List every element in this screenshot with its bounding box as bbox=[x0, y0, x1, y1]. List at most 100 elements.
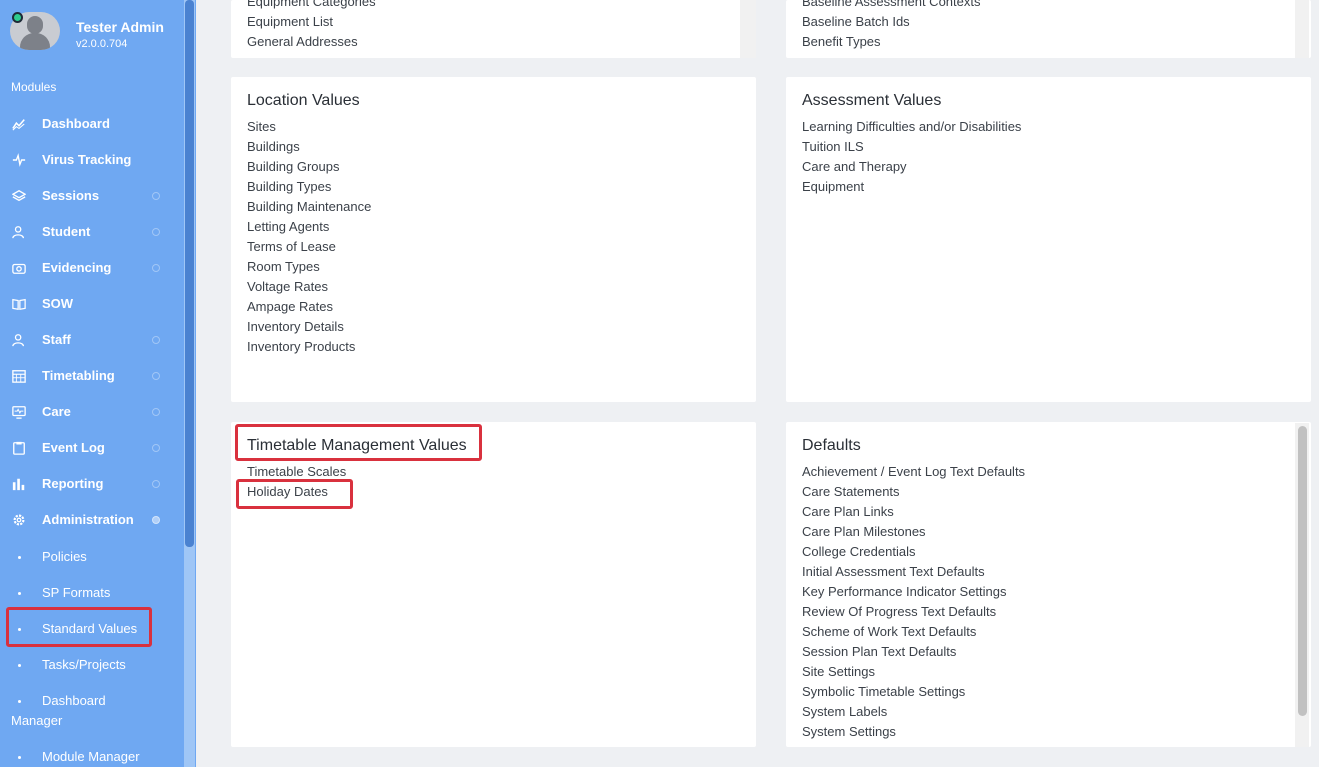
expand-indicator-icon bbox=[152, 336, 160, 344]
users-icon bbox=[11, 224, 27, 240]
online-status-icon bbox=[12, 12, 23, 23]
bullet-icon bbox=[18, 664, 21, 667]
list-item[interactable]: Inventory Products bbox=[247, 337, 371, 357]
list-item[interactable]: Symbolic Timetable Settings bbox=[802, 682, 1025, 702]
list-item[interactable]: Review Of Progress Text Defaults bbox=[802, 602, 1025, 622]
list-item[interactable]: Sites bbox=[247, 117, 371, 137]
sidebar-item-label: Administration bbox=[42, 512, 134, 527]
sidebar-subitem-dashboard-manager[interactable]: Dashboard Manager bbox=[0, 687, 180, 735]
list-item[interactable]: Achievement / Event Log Text Defaults bbox=[802, 462, 1025, 482]
card-title: Defaults bbox=[802, 437, 861, 454]
list-item[interactable]: Initial Assessment Text Defaults bbox=[802, 562, 1025, 582]
list-item[interactable]: Care and Therapy bbox=[802, 157, 1021, 177]
sidebar-item-label: Virus Tracking bbox=[42, 152, 132, 167]
card-list: Achievement / Event Log Text Defaults Ca… bbox=[802, 462, 1025, 742]
sidebar-item-label: Reporting bbox=[42, 476, 104, 491]
card-list: Equipment Categories Equipment List Gene… bbox=[247, 0, 376, 52]
card-defaults: Defaults Achievement / Event Log Text De… bbox=[786, 422, 1311, 747]
list-item[interactable]: Baseline Assessment Contexts bbox=[802, 0, 980, 12]
list-item[interactable]: Building Maintenance bbox=[247, 197, 371, 217]
sidebar-item-event-log[interactable]: Event Log bbox=[0, 433, 180, 463]
chart-line-icon bbox=[11, 116, 27, 132]
sidebar-item-label: Student bbox=[42, 224, 91, 239]
card-baseline-values: Baseline Assessment Contexts Baseline Ba… bbox=[786, 0, 1311, 58]
sidebar: Tester Admin v2.0.0.704 Modules Dashboar… bbox=[0, 0, 196, 767]
bar-chart-icon bbox=[11, 476, 27, 492]
card-location-values: Location Values Sites Buildings Building… bbox=[231, 77, 756, 402]
list-item[interactable]: College Credentials bbox=[802, 542, 1025, 562]
list-item[interactable]: Building Groups bbox=[247, 157, 371, 177]
list-item[interactable]: Learning Difficulties and/or Disabilitie… bbox=[802, 117, 1021, 137]
list-item[interactable]: Benefit Types bbox=[802, 32, 980, 52]
sidebar-item-dashboard[interactable]: Dashboard bbox=[0, 109, 180, 139]
list-item[interactable]: Buildings bbox=[247, 137, 371, 157]
sidebar-item-sow[interactable]: SOW bbox=[0, 289, 180, 319]
sidebar-subitem-policies[interactable]: Policies bbox=[0, 543, 180, 573]
sidebar-subitem-label: Module Manager bbox=[42, 749, 140, 764]
sidebar-subitem-label-continued: Manager bbox=[11, 713, 63, 728]
list-item[interactable]: Room Types bbox=[247, 257, 371, 277]
list-item[interactable]: Key Performance Indicator Settings bbox=[802, 582, 1025, 602]
list-item[interactable]: Care Statements bbox=[802, 482, 1025, 502]
sidebar-item-label: Evidencing bbox=[42, 260, 112, 275]
sidebar-item-label: Sessions bbox=[42, 188, 100, 203]
list-item[interactable]: General Addresses bbox=[247, 32, 376, 52]
list-item[interactable]: Voltage Rates bbox=[247, 277, 371, 297]
sidebar-item-label: Timetabling bbox=[42, 368, 115, 383]
sidebar-item-timetabling[interactable]: Timetabling bbox=[0, 361, 180, 391]
sidebar-item-student[interactable]: Student bbox=[0, 217, 180, 247]
expand-indicator-icon bbox=[152, 444, 160, 452]
sidebar-item-sessions[interactable]: Sessions bbox=[0, 181, 180, 211]
expand-indicator-icon bbox=[152, 192, 160, 200]
sidebar-subitem-label: SP Formats bbox=[42, 585, 111, 600]
sidebar-subitem-sp-formats[interactable]: SP Formats bbox=[0, 579, 180, 609]
card-list: Learning Difficulties and/or Disabilitie… bbox=[802, 117, 1021, 197]
users-icon bbox=[11, 332, 27, 348]
sidebar-item-reporting[interactable]: Reporting bbox=[0, 469, 180, 499]
sidebar-subitem-tasks-projects[interactable]: Tasks/Projects bbox=[0, 651, 180, 681]
list-item[interactable]: Terms of Lease bbox=[247, 237, 371, 257]
card-scrollbar-thumb[interactable] bbox=[1298, 426, 1307, 716]
list-item[interactable]: Care Plan Milestones bbox=[802, 522, 1025, 542]
list-item[interactable]: Inventory Details bbox=[247, 317, 371, 337]
list-item[interactable]: Equipment bbox=[802, 177, 1021, 197]
user-profile[interactable]: Tester Admin v2.0.0.704 bbox=[10, 10, 180, 54]
list-item[interactable]: Tuition ILS bbox=[802, 137, 1021, 157]
list-item[interactable]: Letting Agents bbox=[247, 217, 371, 237]
sidebar-item-label: Event Log bbox=[42, 440, 105, 455]
gear-icon bbox=[11, 512, 27, 528]
list-item[interactable]: System Labels bbox=[802, 702, 1025, 722]
sidebar-item-care[interactable]: Care bbox=[0, 397, 180, 427]
card-equipment-values: Equipment Categories Equipment List Gene… bbox=[231, 0, 756, 58]
sidebar-item-virus-tracking[interactable]: Virus Tracking bbox=[0, 145, 180, 175]
sidebar-item-evidencing[interactable]: Evidencing bbox=[0, 253, 180, 283]
list-item[interactable]: Ampage Rates bbox=[247, 297, 371, 317]
sidebar-item-administration[interactable]: Administration bbox=[0, 505, 180, 535]
sidebar-item-label: Dashboard bbox=[42, 116, 110, 131]
card-scrollbar[interactable] bbox=[740, 0, 756, 58]
bullet-icon bbox=[18, 700, 21, 703]
sidebar-item-label: Care bbox=[42, 404, 71, 419]
list-item[interactable]: Scheme of Work Text Defaults bbox=[802, 622, 1025, 642]
card-scrollbar[interactable] bbox=[1295, 0, 1309, 58]
calendar-icon bbox=[11, 368, 27, 384]
list-item[interactable]: Site Settings bbox=[802, 662, 1025, 682]
highlight-holiday-dates bbox=[236, 479, 353, 509]
camera-icon bbox=[11, 260, 27, 276]
sidebar-subitem-module-manager[interactable]: Module Manager bbox=[0, 743, 180, 767]
pulse-icon bbox=[11, 152, 27, 168]
expand-indicator-icon bbox=[152, 408, 160, 416]
bullet-icon bbox=[18, 756, 21, 759]
list-item[interactable]: Care Plan Links bbox=[802, 502, 1025, 522]
list-item[interactable]: Session Plan Text Defaults bbox=[802, 642, 1025, 662]
expand-indicator-icon bbox=[152, 516, 160, 524]
sidebar-scrollbar-thumb[interactable] bbox=[185, 0, 194, 547]
list-item[interactable]: Equipment Categories bbox=[247, 0, 376, 12]
layers-icon bbox=[11, 188, 27, 204]
sidebar-subitem-label: Policies bbox=[42, 549, 87, 564]
list-item[interactable]: Equipment List bbox=[247, 12, 376, 32]
sidebar-item-staff[interactable]: Staff bbox=[0, 325, 180, 355]
list-item[interactable]: Building Types bbox=[247, 177, 371, 197]
list-item[interactable]: Baseline Batch Ids bbox=[802, 12, 980, 32]
list-item[interactable]: System Settings bbox=[802, 722, 1025, 742]
